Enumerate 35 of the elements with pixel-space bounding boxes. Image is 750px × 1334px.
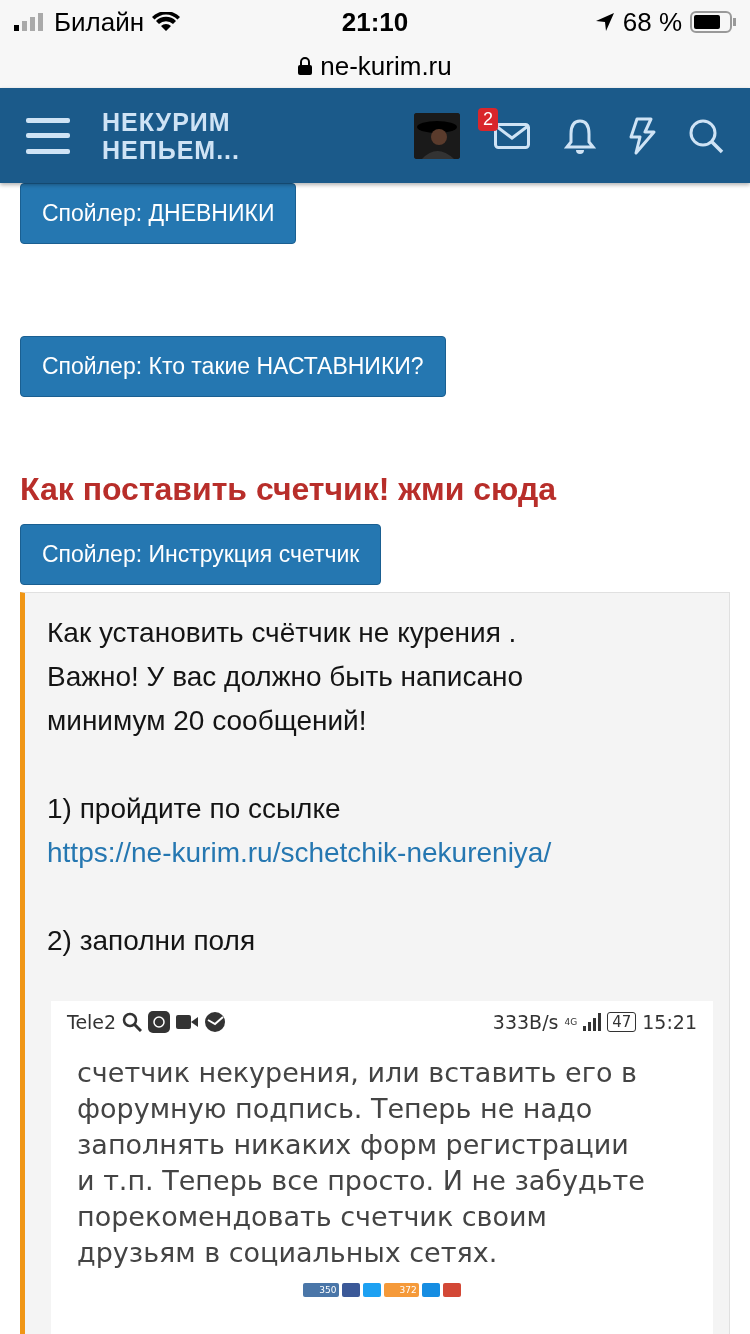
carrier-name: Билайн	[54, 6, 145, 38]
battery-level: 47	[607, 1012, 637, 1032]
site-logo[interactable]: НЕКУРИМ НЕПЬЕМ...	[102, 107, 382, 164]
app-icon	[148, 1011, 171, 1033]
network-speed: 333B/s	[492, 1011, 559, 1033]
unread-badge: 2	[478, 107, 498, 131]
paragraph: 2) заполни поля	[47, 924, 257, 958]
wifi-icon	[152, 12, 181, 32]
clock: 21:10	[341, 6, 409, 38]
spoiler-button[interactable]: Спойлер: Инструкция счетчик	[20, 524, 382, 585]
section-heading: Как поставить счетчик! жми сюда	[20, 471, 558, 508]
search-icon	[122, 1012, 143, 1032]
avatar[interactable]	[414, 112, 460, 159]
search-icon[interactable]	[688, 117, 724, 154]
menu-icon[interactable]	[26, 117, 70, 154]
network-type: 4G	[564, 1017, 578, 1027]
screenshot-text: счетчик некурения, или вставить его в форумную подпись. Теперь не надо заполнять никаких форм регистрации и т.п. Теперь все просто. И не забудьте порекомендовать счетчик своим друзьям в социальных сетях.	[76, 1056, 646, 1270]
bell-icon[interactable]	[564, 117, 596, 154]
signal-icon	[14, 13, 46, 31]
location-arrow-icon	[594, 12, 615, 32]
paragraph: 1) пройдите по ссылке	[47, 792, 342, 826]
lightning-icon[interactable]	[628, 116, 656, 155]
signal-icon	[583, 1013, 602, 1031]
paragraph: Как установить счётчик не курения . Важно! У вас должно быть написано минимум 20 сообщений!	[47, 616, 525, 738]
lock-icon	[298, 57, 313, 75]
battery-icon	[690, 11, 736, 33]
mail-icon[interactable]	[494, 122, 530, 149]
battery-percent: 68 %	[622, 6, 682, 38]
link[interactable]: https://ne-kurim.ru/schetchik-nekureniya/	[47, 831, 707, 875]
url-text[interactable]: ne-kurim.ru	[320, 50, 452, 82]
video-camera-icon	[176, 1015, 199, 1029]
carrier-name: Tele2	[67, 1011, 117, 1033]
spoiler-button[interactable]: Спойлер: ДНЕВНИКИ	[20, 183, 297, 244]
clock: 15:21	[642, 1011, 697, 1033]
spoiler-button[interactable]: Спойлер: Кто такие НАСТАВНИКИ?	[20, 336, 446, 397]
